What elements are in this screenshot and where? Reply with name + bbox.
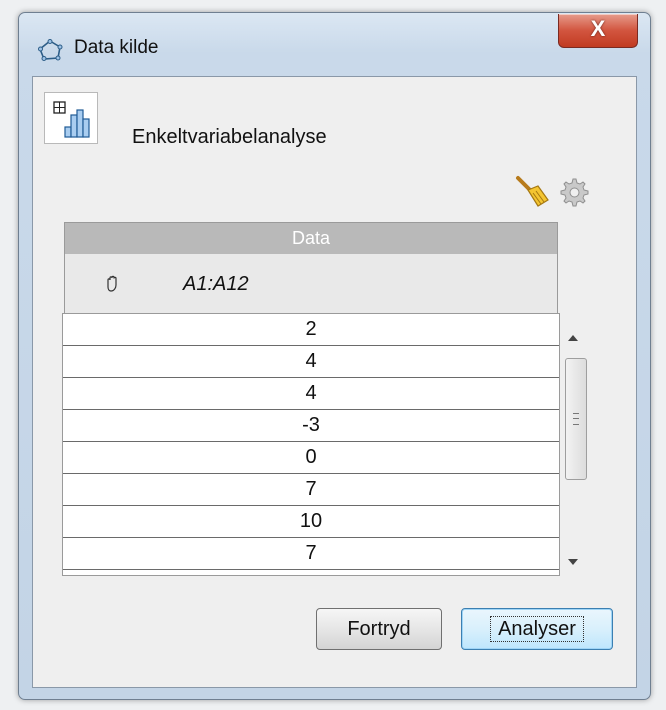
scroll-down-arrow-icon[interactable] [568, 559, 578, 565]
table-row[interactable]: 2 [63, 314, 559, 346]
hand-icon[interactable] [103, 273, 125, 295]
column-header-data[interactable]: Data [65, 223, 557, 254]
close-button[interactable]: X [558, 14, 638, 48]
analyze-button[interactable]: Analyser [461, 608, 613, 650]
scrollbar-thumb[interactable] [565, 358, 587, 480]
table-row[interactable]: -3 [63, 410, 559, 442]
scroll-up-arrow-icon[interactable] [568, 335, 578, 341]
table-row[interactable]: 7 [63, 538, 559, 570]
title-bar[interactable]: Data kilde X [19, 13, 650, 78]
app-icon [38, 39, 63, 61]
analyze-button-label: Analyser [490, 616, 584, 642]
table-row[interactable]: 10 [63, 506, 559, 538]
source-range[interactable]: A1:A12 [183, 273, 249, 296]
one-variable-analysis-icon [53, 101, 90, 138]
table-row[interactable]: 0 [63, 442, 559, 474]
data-table-header: Data A1:A12 [64, 222, 558, 321]
broom-icon[interactable] [514, 174, 552, 208]
tool-label: Enkeltvariabelanalyse [132, 126, 327, 148]
table-row[interactable]: 4 [63, 346, 559, 378]
window-title: Data kilde [74, 37, 159, 58]
cancel-button[interactable]: Fortryd [316, 608, 442, 650]
gear-icon[interactable] [556, 174, 590, 208]
close-icon: X [590, 16, 606, 41]
tool-icon-button[interactable] [44, 92, 98, 144]
table-row[interactable]: 7 [63, 474, 559, 506]
scrollbar-grip-icon [573, 413, 579, 425]
data-rows: 2 4 4 -3 0 7 10 7 [62, 313, 560, 576]
vertical-scrollbar[interactable] [562, 313, 590, 576]
table-row[interactable]: 4 [63, 378, 559, 410]
